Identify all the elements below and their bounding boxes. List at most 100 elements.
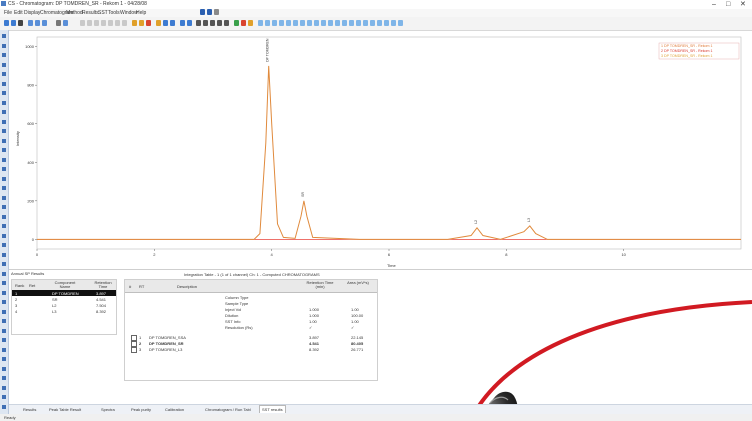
column-header[interactable]: Ret <box>29 283 35 288</box>
side-tool-icon[interactable] <box>2 62 6 67</box>
side-tool-icon[interactable] <box>2 186 6 190</box>
integration-grid[interactable]: # RT Description Retention Time (min) Ar… <box>124 279 378 381</box>
blue-icon[interactable] <box>265 20 270 26</box>
side-tool-icon[interactable] <box>2 195 6 200</box>
side-tool-icon[interactable] <box>2 205 6 209</box>
side-tool-icon[interactable] <box>2 157 6 162</box>
blue-icon[interactable] <box>356 20 361 26</box>
side-tool-icon[interactable] <box>2 167 6 171</box>
menu-method[interactable]: Method <box>66 10 83 16</box>
side-tool-icon[interactable] <box>2 233 6 238</box>
side-tool-icon[interactable] <box>2 404 6 409</box>
side-tool-icon[interactable] <box>2 376 6 380</box>
red-icon[interactable] <box>241 20 246 26</box>
menu-display[interactable]: Display <box>24 10 40 16</box>
nav-icon[interactable] <box>224 20 229 26</box>
side-tool-icon[interactable] <box>2 300 6 304</box>
zoom-icon[interactable] <box>156 20 161 26</box>
side-tool-icon[interactable] <box>2 319 6 323</box>
blue-icon[interactable] <box>370 20 375 26</box>
side-tool-icon[interactable] <box>2 91 6 95</box>
side-tool-icon[interactable] <box>2 357 6 361</box>
menu-tools[interactable]: Tools <box>108 10 120 16</box>
side-tool-icon[interactable] <box>2 328 6 333</box>
tab-sst-results[interactable]: SST results <box>259 405 286 413</box>
chart-icon[interactable] <box>187 20 192 26</box>
blue-icon[interactable] <box>328 20 333 26</box>
peak-icon[interactable] <box>132 20 137 26</box>
menu-results[interactable]: Results <box>82 10 99 16</box>
side-tool-icon[interactable] <box>2 281 6 285</box>
side-tool-icon[interactable] <box>2 176 6 181</box>
side-tool-icon[interactable] <box>2 395 6 399</box>
toolbar-gray-icon[interactable] <box>214 9 219 15</box>
chart-icon[interactable] <box>180 20 185 26</box>
blue-icon[interactable] <box>286 20 291 26</box>
tab-peak-table-result[interactable]: Peak Table Result <box>49 407 81 412</box>
copy-icon[interactable] <box>63 20 68 26</box>
blue-icon[interactable] <box>363 20 368 26</box>
menu-help[interactable]: Help <box>136 10 146 16</box>
side-tool-icon[interactable] <box>2 271 6 276</box>
new-icon[interactable] <box>4 20 9 26</box>
menu-edit[interactable]: Edit <box>14 10 23 16</box>
blue-icon[interactable] <box>342 20 347 26</box>
menu-file[interactable]: File <box>4 10 12 16</box>
column-header[interactable]: # <box>129 284 131 289</box>
toolbar-blue-icon[interactable] <box>200 9 205 15</box>
side-tool-icon[interactable] <box>2 338 6 342</box>
column-header[interactable]: Retention Time <box>92 281 114 289</box>
blue-icon[interactable] <box>272 20 277 26</box>
disabled-icon[interactable] <box>115 20 120 26</box>
table-row[interactable]: 3 DP TOMDREN_L3 8.392 26.771 <box>125 346 377 353</box>
blue-icon[interactable] <box>377 20 382 26</box>
side-tool-icon[interactable] <box>2 53 6 57</box>
minimize-button[interactable]: – <box>712 0 716 9</box>
side-tool-icon[interactable] <box>2 309 6 314</box>
side-tool-icon[interactable] <box>2 72 6 76</box>
side-tool-icon[interactable] <box>2 243 6 247</box>
side-tool-icon[interactable] <box>2 34 6 38</box>
blue-icon[interactable] <box>384 20 389 26</box>
side-tool-icon[interactable] <box>2 148 6 152</box>
nav-icon[interactable] <box>196 20 201 26</box>
side-tool-icon[interactable] <box>2 262 6 266</box>
chromatogram-chart[interactable]: 1000 800 600 400 200 0 0 2 4 6 8 10 DP TOMDREN SR L2… <box>9 31 752 269</box>
tab-chromatogram-run-table[interactable]: Chromatogram / Run Tabl <box>205 407 251 412</box>
side-tool-icon[interactable] <box>2 347 6 352</box>
maximize-button[interactable]: □ <box>726 0 730 9</box>
row-checkbox[interactable] <box>131 347 137 353</box>
blue-icon[interactable] <box>307 20 312 26</box>
side-tool-icon[interactable] <box>2 138 6 143</box>
blue-icon[interactable] <box>321 20 326 26</box>
disabled-icon[interactable] <box>108 20 113 26</box>
save-icon[interactable] <box>28 20 33 26</box>
side-tool-icon[interactable] <box>2 119 6 124</box>
tab-results[interactable]: Results <box>23 407 36 412</box>
blue-icon[interactable] <box>258 20 263 26</box>
integrate-icon[interactable] <box>146 20 151 26</box>
side-tool-icon[interactable] <box>2 43 6 48</box>
side-tool-icon[interactable] <box>2 224 6 228</box>
nav-icon[interactable] <box>210 20 215 26</box>
cut-icon[interactable] <box>56 20 61 26</box>
blue-icon[interactable] <box>349 20 354 26</box>
disabled-icon[interactable] <box>87 20 92 26</box>
chart-icon[interactable] <box>170 20 175 26</box>
blue-icon[interactable] <box>293 20 298 26</box>
disabled-icon[interactable] <box>80 20 85 26</box>
column-header[interactable]: Description <box>177 284 197 289</box>
peak-icon[interactable] <box>139 20 144 26</box>
table-row[interactable]: 4 L3 8.392 <box>12 308 116 314</box>
blue-icon[interactable] <box>335 20 340 26</box>
disabled-icon[interactable] <box>122 20 127 26</box>
export-icon[interactable] <box>42 20 47 26</box>
blue-icon[interactable] <box>398 20 403 26</box>
side-tool-icon[interactable] <box>2 110 6 114</box>
side-tool-icon[interactable] <box>2 252 6 257</box>
menu-sst[interactable]: SST <box>98 10 108 16</box>
open-icon[interactable] <box>11 20 16 26</box>
nav-icon[interactable] <box>217 20 222 26</box>
edit-icon[interactable] <box>18 20 23 26</box>
disabled-icon[interactable] <box>101 20 106 26</box>
